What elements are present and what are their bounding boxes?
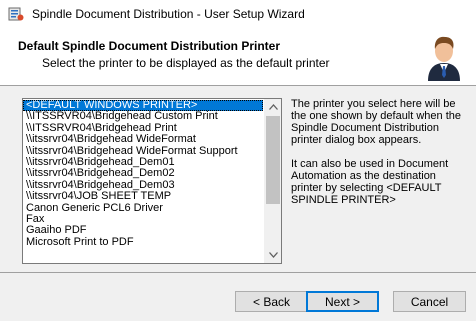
user-icon [428, 36, 460, 81]
printer-list-item[interactable]: Fax [23, 214, 263, 225]
wizard-window: Spindle Document Distribution - User Set… [0, 0, 476, 321]
printer-description: The printer you select here will be the … [291, 98, 467, 206]
printer-list-item[interactable]: \\itssrvr04\Bridgehead_Dem02 [23, 168, 263, 179]
printer-list-item[interactable]: \\itssrvr04\JOB SHEET TEMP [23, 191, 263, 202]
footer-divider [0, 272, 476, 273]
printer-list[interactable]: <DEFAULT WINDOWS PRINTER> \\ITSSRVR04\Bri… [22, 98, 282, 264]
page-subtitle: Select the printer to be displayed as th… [42, 56, 330, 70]
printer-list-item[interactable]: \\ITSSRVR04\Bridgehead Print [23, 123, 263, 134]
printer-list-item[interactable]: \\itssrvr04\Bridgehead WideFormat Suppor… [23, 146, 263, 157]
chevron-down-icon [268, 252, 278, 258]
next-button[interactable]: Next > [306, 291, 379, 312]
description-paragraph-2: It can also be used in Document Automati… [291, 158, 449, 206]
printer-list-scrollbar[interactable] [264, 99, 281, 263]
scroll-thumb[interactable] [266, 116, 280, 204]
title-bar: Spindle Document Distribution - User Set… [0, 0, 476, 29]
printer-list-item[interactable]: \\itssrvr04\Bridgehead_Dem01 [23, 157, 263, 168]
printer-list-item[interactable]: \\itssrvr04\Bridgehead_Dem03 [23, 180, 263, 191]
back-button[interactable]: < Back [235, 291, 308, 312]
printer-list-item[interactable]: \\itssrvr04\Bridgehead WideFormat [23, 134, 263, 145]
printer-list-item[interactable]: Microsoft Print to PDF [23, 237, 263, 248]
printer-list-item[interactable]: Gaaiho PDF [23, 225, 263, 236]
printer-list-items: <DEFAULT WINDOWS PRINTER> \\ITSSRVR04\Bri… [23, 100, 263, 248]
printer-list-item[interactable]: Canon Generic PCL6 Driver [23, 203, 263, 214]
printer-list-item[interactable]: <DEFAULT WINDOWS PRINTER> [23, 100, 263, 112]
wizard-header: Default Spindle Document Distribution Pr… [0, 29, 476, 86]
chevron-up-icon [268, 104, 278, 110]
spindle-app-icon [8, 7, 24, 21]
cancel-button[interactable]: Cancel [393, 291, 466, 312]
description-paragraph-1: The printer you select here will be the … [291, 98, 462, 146]
printer-list-item[interactable]: \\ITSSRVR04\Bridgehead Custom Print [23, 111, 263, 122]
scroll-up-button[interactable] [265, 99, 281, 115]
window-title: Spindle Document Distribution - User Set… [32, 7, 305, 21]
scroll-down-button[interactable] [265, 247, 281, 263]
page-title: Default Spindle Document Distribution Pr… [18, 39, 281, 53]
